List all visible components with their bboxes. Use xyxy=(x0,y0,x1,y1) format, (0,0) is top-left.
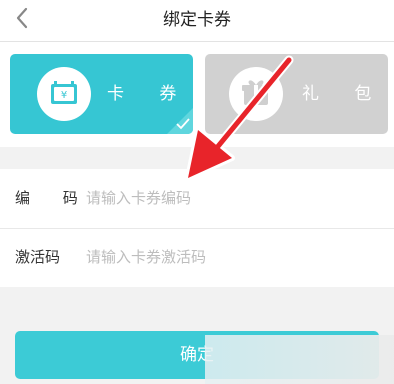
tab-gift[interactable]: 礼 包 xyxy=(205,54,388,134)
activation-row: 激活码 xyxy=(0,228,394,287)
svg-text:¥: ¥ xyxy=(61,90,67,101)
gift-icon xyxy=(229,67,283,121)
code-row: 编 码 xyxy=(0,169,394,228)
tab-bar: ¥ 卡 券 礼 包 xyxy=(0,42,394,147)
code-input[interactable] xyxy=(86,183,376,213)
coupon-icon: ¥ xyxy=(37,67,91,121)
check-icon xyxy=(176,118,190,130)
tab-coupon[interactable]: ¥ 卡 券 xyxy=(10,54,193,134)
page-title: 绑定卡券 xyxy=(163,10,231,30)
activation-label: 激活码 xyxy=(15,248,61,266)
watermark-overlay xyxy=(205,335,394,384)
code-label: 编 码 xyxy=(15,189,92,207)
bind-form: 编 码 激活码 xyxy=(0,169,394,287)
tab-gift-label: 礼 包 xyxy=(302,84,387,104)
header-bar: 绑定卡券 xyxy=(0,0,394,42)
activation-input[interactable] xyxy=(86,242,376,272)
